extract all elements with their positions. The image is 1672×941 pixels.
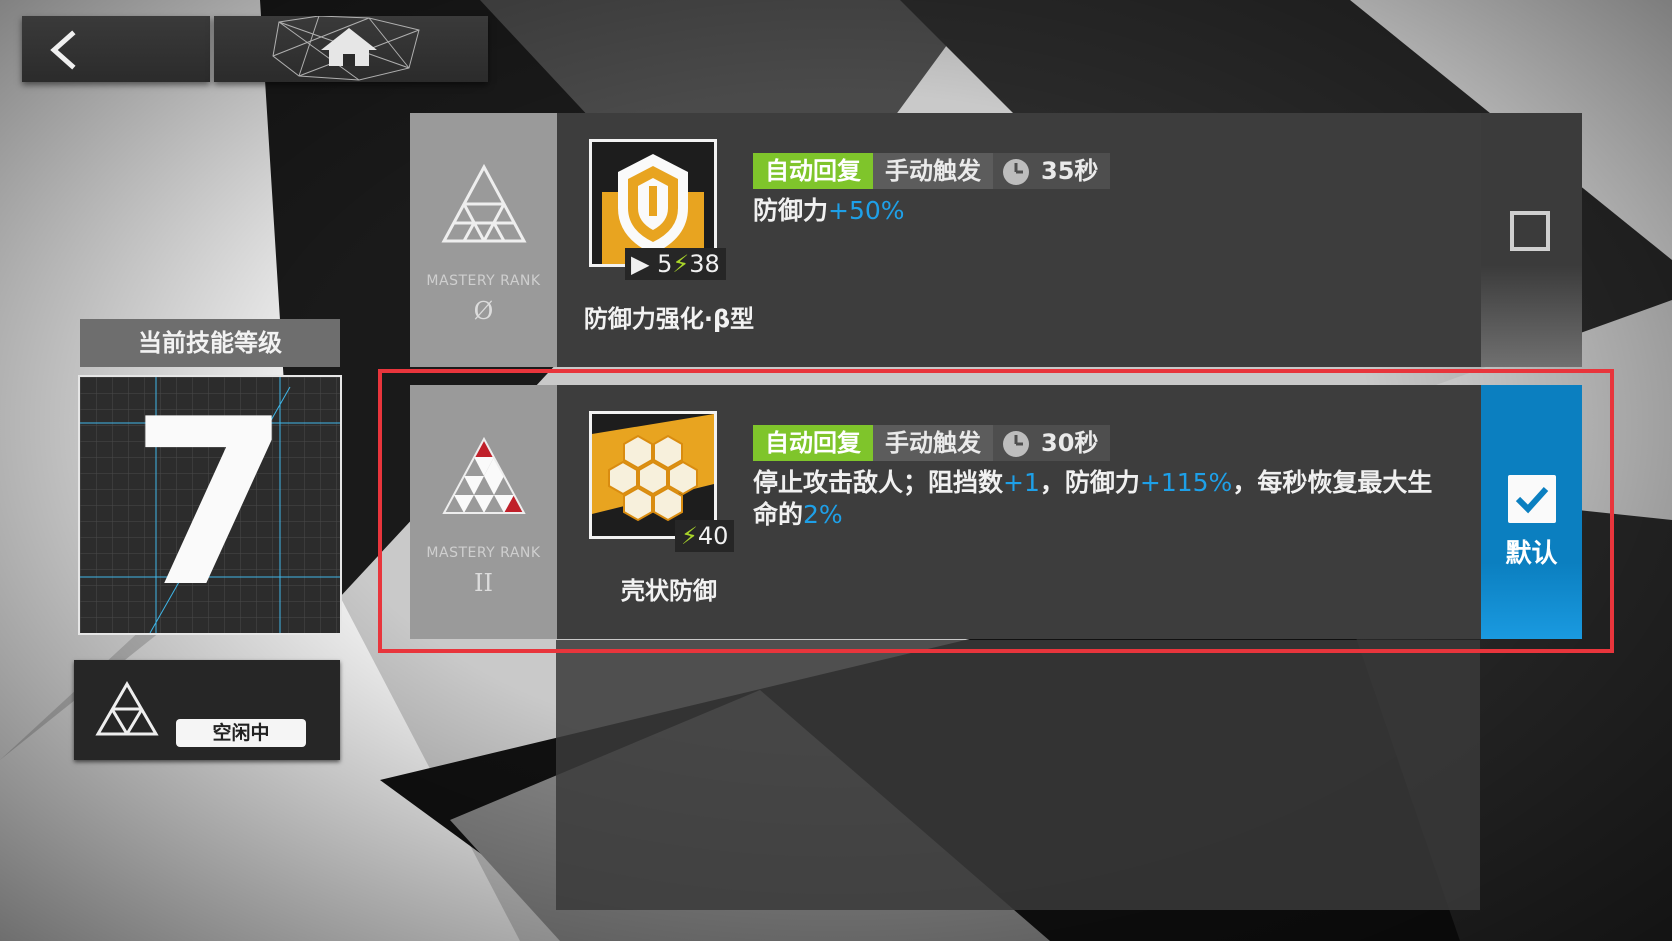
default-select-area[interactable]	[1481, 113, 1582, 367]
tag-manual-trigger: 手动触发	[873, 425, 993, 461]
skill-tags: 自动回复 手动触发 35秒	[753, 153, 1111, 189]
skill-card-1[interactable]: MASTERY RANK Ø ▶ 5⚡38 防御力强化·β型 自动回复 手动触发 3…	[410, 113, 1582, 367]
chevron-left-icon	[50, 30, 76, 70]
mastery-rank-value: Ø	[473, 297, 494, 325]
desc-highlight: +50%	[828, 196, 905, 225]
desc-highlight: 2%	[803, 500, 843, 529]
default-checkbox[interactable]	[1508, 475, 1556, 523]
tag-auto-recovery: 自动回复	[753, 153, 873, 189]
initial-sp: 5	[657, 250, 673, 278]
desc-text: ，防御力	[1039, 468, 1140, 497]
duration-text: 30秒	[1041, 429, 1099, 457]
tag-manual-trigger: 手动触发	[873, 153, 993, 189]
sp-stat: ⚡40	[675, 520, 735, 552]
tag-duration: 35秒	[993, 153, 1111, 189]
sp-stat: ▶ 5⚡38	[625, 248, 726, 280]
default-select-area[interactable]: 默认	[1481, 385, 1582, 639]
lightning-icon: ⚡	[672, 250, 690, 278]
home-icon	[272, 16, 420, 81]
default-label: 默认	[1505, 539, 1558, 569]
mastery-triangle-icon	[441, 163, 527, 243]
mastery-rank-label: MASTERY RANK	[426, 273, 541, 289]
desc-highlight: +115%	[1139, 468, 1233, 497]
operator-status: 空闲中	[74, 660, 340, 760]
home-button[interactable]	[214, 16, 488, 82]
duration-text: 35秒	[1041, 157, 1099, 185]
skill-level-display: 7	[78, 375, 342, 635]
skill-description: 停止攻击敌人；阻挡数+1，防御力+115%，每秒恢复最大生命的2%	[753, 467, 1453, 531]
skill-list-empty-slot	[556, 640, 1480, 910]
sp-cost: 40	[697, 522, 729, 550]
sp-cost: 38	[689, 250, 720, 278]
mastery-section: MASTERY RANK II	[410, 385, 557, 639]
tag-auto-recovery: 自动回复	[753, 425, 873, 461]
skill-description: 防御力+50%	[753, 195, 1453, 227]
clock-icon	[1003, 159, 1029, 185]
desc-text: 停止攻击敌人；阻挡数	[753, 468, 1004, 497]
skill-level-number: 7	[129, 375, 291, 635]
skill-details: ⚡40 壳状防御 自动回复 手动触发 30秒 停止攻击敌人；阻挡数+1，防御力+11…	[557, 385, 1481, 639]
skill-tags: 自动回复 手动触发 30秒	[753, 425, 1111, 461]
tag-duration: 30秒	[993, 425, 1111, 461]
top-navigation	[22, 16, 488, 82]
mastery-rank-label: MASTERY RANK	[426, 545, 541, 561]
mastery-triangle-icon	[442, 436, 526, 514]
play-icon: ▶	[631, 250, 650, 278]
checkmark-icon	[1515, 486, 1549, 514]
current-skill-level-header: 当前技能等级	[80, 319, 340, 367]
desc-highlight: +1	[1003, 468, 1040, 497]
lightning-icon: ⚡	[681, 522, 698, 550]
mastery-section: MASTERY RANK Ø	[410, 113, 557, 367]
mastery-rank-value: II	[474, 569, 493, 597]
clock-icon	[1003, 431, 1029, 457]
back-button[interactable]	[22, 16, 210, 82]
skill-card-2[interactable]: MASTERY RANK II ⚡40 壳状防御 自动回复 手动触发 30秒 停…	[410, 385, 1582, 639]
status-label: 空闲中	[176, 719, 306, 747]
default-checkbox[interactable]	[1510, 211, 1550, 251]
mastery-triangle-icon	[95, 681, 159, 736]
desc-text: 防御力	[753, 196, 829, 225]
skill-name: 防御力强化·β型	[583, 305, 755, 333]
skill-details: ▶ 5⚡38 防御力强化·β型 自动回复 手动触发 35秒 防御力+50%	[557, 113, 1481, 367]
skill-name: 壳状防御	[621, 577, 717, 605]
